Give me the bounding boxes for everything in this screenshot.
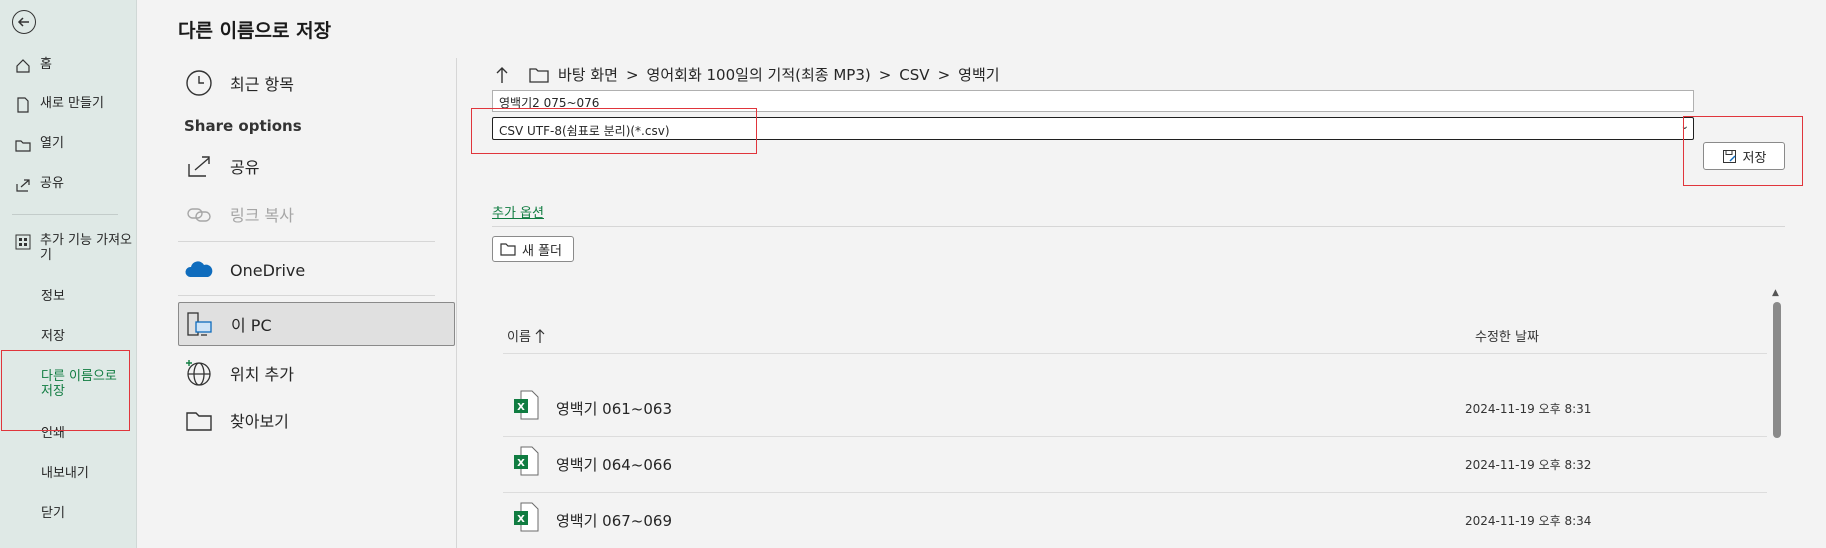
share-icon [188,156,210,177]
location-copy-link: 링크 복사 [184,199,294,229]
nav-export-label: 내보내기 [41,466,89,481]
globe-add-icon [186,360,211,386]
nav-close[interactable]: 닫기 [41,506,159,521]
onedrive-cloud-icon [185,261,213,277]
excel-file-icon: X [514,446,539,476]
location-browse-label: 찾아보기 [230,412,289,431]
svg-text:X: X [517,458,525,469]
file-date: 2024-11-19 오후 8:32 [1465,458,1592,472]
highlight-box-save-as [1,350,130,431]
excel-file-icon: X [514,390,539,420]
location-recent-label: 최근 항목 [230,75,294,94]
locations-divider-2 [178,295,435,296]
backstage-nav: 홈 새로 만들기 열기 공유 추가 기능 가져오기 정보 저장 다른 이름으로 … [0,0,137,548]
panel-divider [456,58,457,548]
page-title: 다른 이름으로 저장 [178,20,332,42]
location-add-place[interactable]: 위치 추가 [184,358,294,388]
location-share[interactable]: 공유 [184,151,259,181]
folder-open-icon [15,140,31,152]
scrollbar-thumb[interactable] [1773,302,1781,438]
breadcrumb-separator: > [937,65,951,84]
nav-home[interactable]: 홈 [14,57,132,75]
nav-new-label: 새로 만들기 [40,96,104,111]
highlight-box-file-type [471,108,757,154]
file-name: 영백기 067~069 [556,512,672,530]
nav-save-label: 저장 [41,329,65,344]
addins-grid-icon [15,234,31,250]
nav-info-label: 정보 [41,289,65,304]
scroll-up-arrow-icon[interactable]: ▲ [1772,288,1779,298]
link-icon [187,208,211,222]
nav-divider [12,214,118,215]
location-copy-link-label: 링크 복사 [230,206,294,225]
breadcrumb: 바탕 화면 > 영어회화 100일의 기적(최종 MP3) > CSV > 영백… [494,64,1000,85]
breadcrumb-folder[interactable]: 영어회화 100일의 기적(최종 MP3) [647,64,871,85]
new-folder-label: 새 폴더 [522,243,563,259]
location-onedrive[interactable]: OneDrive [184,255,305,285]
column-name-label: 이름 [507,330,531,345]
nav-open[interactable]: 열기 [14,136,132,154]
options-divider [492,226,1785,227]
clock-icon [186,70,212,96]
column-modified-label: 수정한 날짜 [1475,330,1539,345]
folder-icon [500,243,516,256]
svg-text:X: X [517,514,525,525]
nav-share[interactable]: 공유 [14,176,132,194]
file-row[interactable]: X 영백기 064~066 2024-11-19 오후 8:32 [503,436,1767,492]
breadcrumb-current[interactable]: 영백기 [958,64,999,85]
breadcrumb-csv[interactable]: CSV [899,66,929,84]
highlight-box-save [1683,116,1803,186]
location-share-label: 공유 [230,158,260,177]
nav-export[interactable]: 내보내기 [41,466,159,481]
file-name: 영백기 064~066 [556,456,672,474]
breadcrumb-desktop[interactable]: 바탕 화면 [558,64,618,85]
breadcrumb-separator: > [625,65,639,84]
nav-home-label: 홈 [40,57,52,72]
file-row[interactable]: X 영백기 061~063 2024-11-19 오후 8:31 [503,380,1767,436]
home-icon [16,59,30,73]
nav-share-label: 공유 [40,176,64,191]
back-arrow-icon[interactable] [12,10,36,34]
excel-file-icon: X [514,502,539,532]
location-this-pc-label: 이 PC [231,316,272,335]
locations-divider [178,241,435,242]
file-date: 2024-11-19 오후 8:31 [1465,402,1592,416]
breadcrumb-separator: > [878,65,892,84]
header-divider [503,353,1767,354]
file-name: 영백기 061~063 [556,400,672,418]
location-recent[interactable]: 최근 항목 [184,68,294,98]
share-options-header: Share options [184,117,302,135]
location-add-place-label: 위치 추가 [230,365,294,384]
nav-save[interactable]: 저장 [41,329,159,344]
folder-icon [529,67,549,83]
location-onedrive-label: OneDrive [230,260,306,280]
file-date: 2024-11-19 오후 8:34 [1465,514,1592,528]
new-folder-button[interactable]: 새 폴더 [492,236,574,262]
more-options-link[interactable]: 추가 옵션 [492,202,544,221]
nav-open-label: 열기 [40,136,64,151]
sort-ascending-icon [535,328,545,343]
computer-icon [187,312,212,336]
location-this-pc[interactable]: 이 PC [178,302,455,346]
column-header-modified[interactable]: 수정한 날짜 [1475,326,1539,345]
new-document-icon [17,97,29,113]
folder-open-icon [186,412,212,431]
svg-text:X: X [517,402,525,413]
nav-addins-label: 추가 기능 가져오기 [40,233,132,263]
nav-new[interactable]: 새로 만들기 [14,96,132,114]
share-icon [16,179,30,192]
file-row[interactable]: X 영백기 067~069 2024-11-19 오후 8:34 [503,492,1767,548]
location-browse[interactable]: 찾아보기 [184,405,289,435]
nav-info[interactable]: 정보 [41,289,159,304]
up-arrow-icon[interactable] [494,66,510,84]
column-header-name[interactable]: 이름 [507,326,545,345]
nav-addins[interactable]: 추가 기능 가져오기 [14,233,132,263]
nav-close-label: 닫기 [41,506,65,521]
